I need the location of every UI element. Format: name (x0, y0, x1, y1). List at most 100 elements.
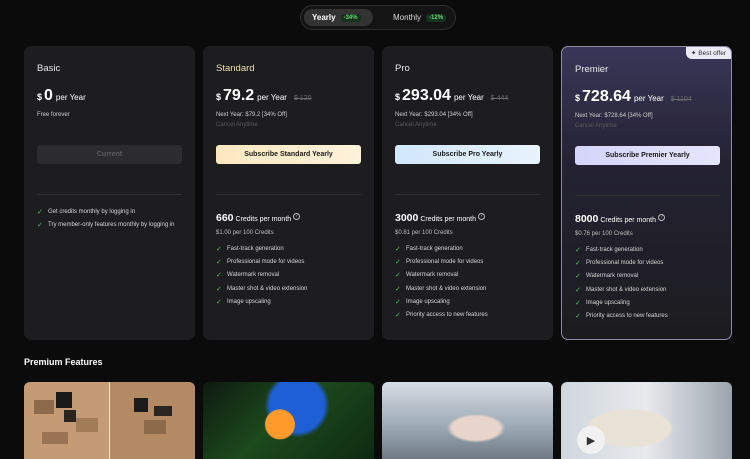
check-icon: ✓ (216, 245, 222, 253)
yearly-option[interactable]: Yearly -34% (304, 9, 373, 26)
premium-features-heading: Premium Features (24, 357, 103, 367)
credit-rate: $0.76 per 100 Credits (575, 231, 633, 237)
feature-item: ✓ Try member-only features monthly by log… (37, 221, 175, 229)
subscribe-premier-button[interactable]: Subscribe Premier Yearly (575, 146, 720, 165)
feature-item: ✓ Watermark removal (575, 273, 639, 281)
cancel-note: Cancel Anytime (216, 122, 258, 128)
feature-item: ✓ Get credits monthly by logging in (37, 208, 136, 216)
subscribe-standard-button[interactable]: Subscribe Standard Yearly (216, 145, 361, 164)
plan-price: $ 728.64 per Year $ 1104 (575, 88, 718, 106)
feature-item: ✓ Professional mode for videos (216, 258, 305, 266)
original-price: $ 1104 (670, 96, 692, 103)
check-icon: ✓ (395, 285, 401, 293)
pixel-block (42, 432, 68, 444)
feature-item: ✓ Image upscaling (395, 298, 450, 306)
check-icon: ✓ (395, 298, 401, 306)
feature-list: ✓ Get credits monthly by logging in ✓ Try … (37, 205, 175, 232)
check-icon: ✓ (575, 286, 581, 294)
credits-amount: 3000 (395, 212, 419, 224)
feature-thumbnail-dog[interactable]: ▶ (561, 382, 732, 459)
currency-symbol: $ (37, 92, 43, 102)
current-plan-button[interactable]: Current (37, 145, 182, 164)
currency-symbol: $ (216, 92, 222, 102)
pixel-block (64, 410, 76, 422)
monthly-option[interactable]: Monthly -12% (385, 9, 454, 26)
check-icon: ✓ (395, 245, 401, 253)
play-icon[interactable]: ▶ (577, 426, 605, 454)
plan-price: $ 293.04 per Year $ 444 (395, 87, 540, 105)
next-year-price: Next Year: $728.64 [34% Off] (575, 113, 653, 119)
question-icon[interactable]: ? (658, 214, 665, 222)
divider (395, 194, 540, 195)
feature-item: ✓ Master shot & video extension (395, 285, 487, 293)
next-year-price: Next Year: $293.04 [34% Off] (395, 112, 473, 118)
price-period: per Year (55, 93, 86, 102)
question-icon[interactable]: ? (478, 213, 485, 221)
feature-item: ✓ Watermark removal (395, 272, 459, 280)
check-icon: ✓ (575, 259, 581, 267)
price-period: per Year (633, 94, 664, 103)
pixel-block (134, 398, 148, 412)
price-amount: 728.64 (582, 88, 631, 105)
plan-price: $ 0 per Year (37, 87, 182, 105)
pixel-block (56, 392, 72, 408)
cancel-note: Cancel Anytime (395, 122, 437, 128)
subscribe-pro-button[interactable]: Subscribe Pro Yearly (395, 145, 540, 164)
currency-symbol: $ (395, 92, 401, 102)
check-icon: ✓ (37, 208, 43, 216)
plan-name: Standard (216, 63, 255, 74)
plan-name: Premier (575, 64, 609, 75)
plan-note: Free forever (37, 112, 70, 118)
plan-card-premier: ✦ Best offer Premier $ 728.64 per Year $ … (561, 46, 732, 340)
credits-info: 3000 Credits per month? $0.81 per 100 Cre… (395, 208, 485, 236)
price-amount: 293.04 (402, 87, 451, 104)
billing-toggle: Yearly -34% Monthly -12% (300, 5, 456, 30)
credits-label: Credits per month (235, 216, 292, 223)
feature-item: ✓ Image upscaling (575, 299, 630, 307)
check-icon: ✓ (395, 272, 401, 280)
feature-thumbnail-parrot[interactable] (203, 382, 374, 459)
best-offer-badge: ✦ Best offer (685, 47, 731, 59)
price-period: per Year (453, 93, 484, 102)
divider (37, 194, 182, 195)
cancel-note: Cancel Anytime (575, 123, 617, 129)
credits-amount: 660 (216, 212, 234, 224)
feature-item: ✓ Fast-track generation (216, 245, 284, 253)
pixel-block (76, 418, 98, 432)
check-icon: ✓ (395, 258, 401, 266)
check-icon: ✓ (575, 246, 581, 254)
divider (575, 195, 720, 196)
check-icon: ✓ (575, 299, 581, 307)
yearly-label: Yearly (312, 13, 336, 22)
check-icon: ✓ (575, 273, 581, 281)
feature-item: ✓ Fast-track generation (395, 245, 463, 253)
original-price: $ 120 (293, 95, 312, 102)
feature-item: ✓ Image upscaling (216, 298, 271, 306)
plan-name: Basic (37, 63, 61, 74)
credits-label: Credits per month (600, 217, 656, 224)
monthly-label: Monthly (393, 13, 422, 22)
plan-card-standard: Standard $ 79.2 per Year $ 120 Next Year… (203, 46, 374, 340)
feature-thumbnail-upscale[interactable] (24, 382, 195, 459)
check-icon: ✓ (575, 313, 581, 321)
check-icon: ✓ (216, 298, 222, 306)
feature-list: ✓ Fast-track generation ✓ Professional mod… (216, 242, 307, 308)
pixel-block (154, 406, 172, 416)
feature-item: ✓ Master shot & video extension (575, 286, 667, 294)
plan-card-basic: Basic $ 0 per Year Free forever Current … (24, 46, 195, 340)
yearly-discount-badge: -34% (340, 13, 361, 22)
feature-thumbnail-portrait[interactable] (382, 382, 553, 459)
feature-item: ✓ Watermark removal (216, 272, 280, 280)
credits-info: 660 Credits per month? $1.00 per 100 Cred… (216, 208, 301, 236)
feature-list: ✓ Fast-track generation ✓ Professional mod… (575, 243, 668, 323)
monthly-discount-badge: -12% (426, 13, 447, 22)
check-icon: ✓ (216, 272, 222, 280)
check-icon: ✓ (216, 285, 222, 293)
feature-item: ✓ Priority access to new features (575, 313, 668, 321)
original-price: $ 444 (490, 95, 509, 102)
pixel-block (34, 400, 54, 414)
question-icon[interactable]: ? (293, 213, 301, 221)
price-amount: 79.2 (223, 87, 255, 104)
currency-symbol: $ (575, 93, 581, 103)
feature-item: ✓ Professional mode for videos (395, 258, 484, 266)
